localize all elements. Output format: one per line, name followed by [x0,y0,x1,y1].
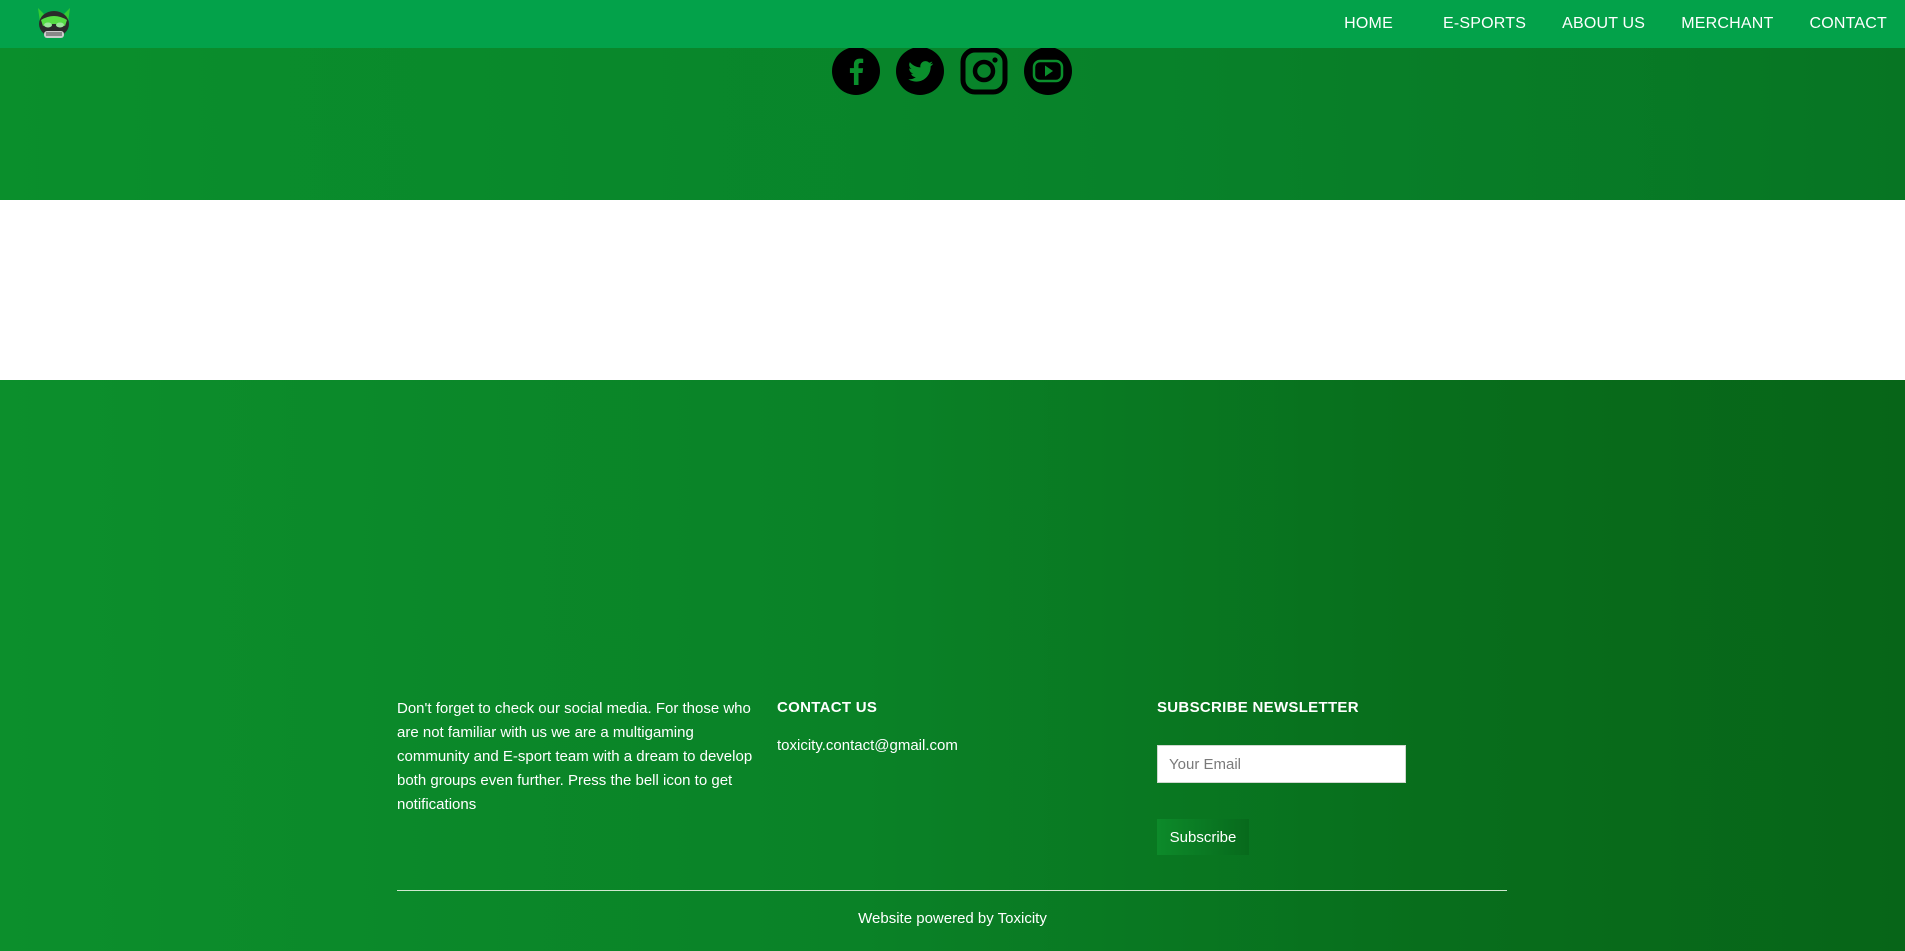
nav-menu: HOME E-SPORTS ABOUT US MERCHANT CONTACT [1308,0,1887,48]
newsletter-heading: SUBSCRIBE NEWSLETTER [1157,699,1359,716]
contact-email[interactable]: toxicity.contact@gmail.com [777,737,958,754]
nav-home[interactable]: HOME [1344,15,1393,33]
subscribe-button[interactable]: Subscribe [1157,819,1249,855]
instagram-icon[interactable] [960,47,1008,95]
footer [0,380,1905,951]
social-links [832,47,1072,95]
team-logo[interactable] [32,2,76,46]
nav-merchant[interactable]: MERCHANT [1681,15,1773,33]
nav-contact[interactable]: CONTACT [1809,15,1887,33]
nav-esports[interactable]: E-SPORTS [1443,15,1526,33]
youtube-icon[interactable] [1024,47,1072,95]
navbar: HOME E-SPORTS ABOUT US MERCHANT CONTACT [0,0,1905,48]
twitter-icon[interactable] [896,47,944,95]
powered-by: Website powered by Toxicity [858,910,1047,927]
footer-divider [397,890,1507,891]
facebook-icon[interactable] [832,47,880,95]
about-text: Don't forget to check our social media. … [397,700,753,813]
email-field[interactable] [1157,745,1406,783]
nav-about-us[interactable]: ABOUT US [1562,15,1645,33]
contact-heading: CONTACT US [777,699,878,716]
